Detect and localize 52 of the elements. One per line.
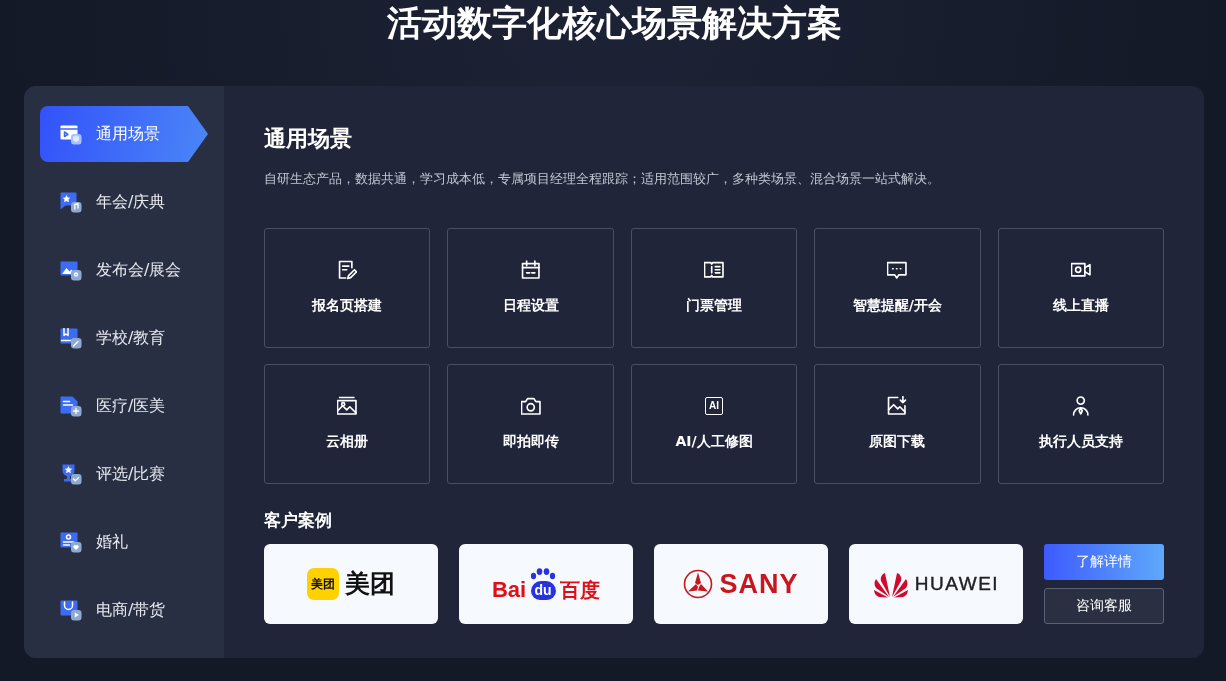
document-plus-icon: [60, 395, 82, 417]
scene-description: 自研生态产品，数据共通，学习成本低，专属项目经理全程跟踪；适用范围较广，多种类场景、混合场景一站式解决。: [264, 170, 941, 188]
heart-card-icon: [60, 531, 82, 553]
details-button[interactable]: 了解详情: [1044, 544, 1164, 580]
feature-tile[interactable]: 执行人员支持: [997, 364, 1164, 484]
brand-name: HUAWEI: [914, 572, 1000, 596]
video-camera-icon: [1070, 260, 1091, 280]
scene-title: 通用场景: [264, 125, 353, 153]
ai-badge: AI: [705, 397, 723, 415]
feature-tile[interactable]: 门票管理: [630, 228, 798, 348]
triangle-emblem-icon: [683, 569, 714, 599]
edit-form-icon: [337, 260, 358, 280]
page-title: 活动数字化核心场景解决方案: [385, 2, 843, 45]
bookmark-icon: [60, 327, 82, 349]
feature-tile[interactable]: 原图下载: [814, 364, 981, 484]
sidebar-item[interactable]: 医疗/医美: [40, 378, 208, 434]
calendar-icon: [520, 260, 541, 280]
brand-badge: 美团: [307, 568, 339, 600]
sidebar-item[interactable]: 学校/教育: [40, 310, 208, 366]
brand-name: 百度: [560, 577, 601, 603]
feature-tile[interactable]: 智慧提醒/开会: [814, 228, 981, 348]
camera-icon: [520, 396, 541, 416]
picture-icon: [60, 259, 82, 281]
person-icon: [1070, 396, 1091, 416]
trophy-icon: [60, 463, 82, 485]
section-title: 客户案例: [264, 509, 333, 532]
feature-tile[interactable]: 线上直播: [997, 228, 1164, 348]
image-icon: [337, 396, 358, 416]
star-flag-icon: [60, 191, 82, 213]
bag-play-icon: [60, 599, 82, 621]
petal-fan-icon: [872, 570, 909, 598]
sidebar-item[interactable]: 年会/庆典: [40, 174, 208, 230]
feature-tile[interactable]: 报名页搭建: [264, 228, 431, 348]
brand-name: 美团: [345, 568, 395, 600]
sidebar-item[interactable]: 婚礼: [40, 514, 208, 570]
screen-icon: [60, 123, 82, 145]
ticket-icon: [704, 260, 724, 280]
paw-toes-icon: [530, 568, 557, 580]
brand-name: Bai: [491, 577, 527, 603]
image-download-icon: [887, 396, 908, 416]
contact-button[interactable]: 咨询客服: [1044, 588, 1164, 624]
sidebar-item[interactable]: 评选/比赛: [40, 446, 208, 502]
feature-tile[interactable]: 云相册: [264, 364, 431, 484]
chat-bubble-icon: [887, 260, 908, 280]
feature-tile[interactable]: 即拍即传: [447, 364, 614, 484]
feature-tile[interactable]: AI AI/人工修图: [630, 364, 798, 484]
brand-name: SANY: [719, 569, 799, 599]
sidebar-item[interactable]: 通用场景: [40, 106, 208, 162]
sidebar-item[interactable]: 发布会/展会: [40, 242, 208, 298]
sidebar-item[interactable]: 电商/带货: [40, 582, 208, 638]
feature-tile[interactable]: 日程设置: [447, 228, 614, 348]
brand-badge: du: [530, 581, 556, 600]
